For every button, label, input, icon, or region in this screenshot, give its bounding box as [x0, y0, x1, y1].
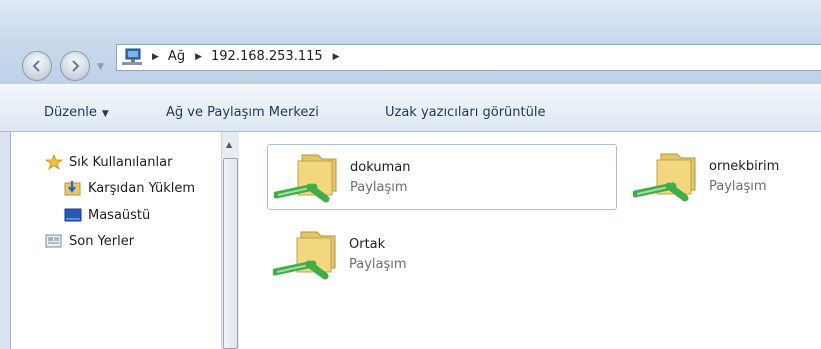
share-name: Ortak: [349, 237, 386, 252]
desktop-icon: [64, 208, 82, 222]
share-name: ornekbirim: [709, 159, 780, 174]
share-name: dokuman: [350, 160, 411, 175]
network-folder-icon: [633, 153, 696, 202]
window-title-bar: [0, 0, 821, 40]
breadcrumb: ▶ Ağ ▶ 192.168.253.115 ▶: [147, 49, 349, 64]
address-bar[interactable]: ▶ Ağ ▶ 192.168.253.115 ▶: [116, 44, 821, 71]
sidebar-item-recent-places[interactable]: Son Yerler: [45, 233, 134, 249]
network-folder-icon: [274, 154, 337, 203]
navigation-pane: Sık Kullanılanlar Karşıdan Yüklem Masaüs…: [11, 132, 221, 349]
network-folder-icon: [273, 231, 336, 280]
share-item-ortak[interactable]: Ortak Paylaşım: [267, 222, 617, 288]
sidebar-item-downloads[interactable]: Karşıdan Yüklem: [64, 180, 195, 196]
star-icon: [45, 154, 63, 170]
scroll-up-icon[interactable]: ▲: [226, 140, 232, 149]
recent-places-icon: [45, 234, 62, 248]
arrow-right-icon: [72, 60, 80, 72]
share-item-dokuman[interactable]: dokuman Paylaşım: [267, 144, 617, 210]
chevron-right-icon[interactable]: ▶: [195, 52, 202, 62]
remote-printers-button[interactable]: Uzak yazıcıları görüntüle: [385, 105, 545, 120]
sidebar-item-label: Son Yerler: [69, 233, 135, 249]
sidebar-item-label: Masaüstü: [88, 207, 151, 223]
chevron-right-icon[interactable]: ▶: [333, 52, 340, 62]
share-type: Paylaşım: [349, 257, 407, 272]
chevron-down-icon: ▼: [101, 109, 109, 119]
network-computer-icon: [122, 48, 142, 65]
window-border: [0, 132, 11, 349]
organize-label: Düzenle: [44, 105, 97, 120]
recent-pages-dropdown[interactable]: ▼: [97, 62, 104, 72]
back-button[interactable]: [22, 51, 52, 81]
sidebar-item-label: Karşıdan Yüklem: [88, 180, 196, 196]
share-type: Paylaşım: [709, 179, 767, 194]
breadcrumb-host[interactable]: 192.168.253.115: [211, 49, 323, 64]
downloads-icon: [64, 181, 81, 196]
sidebar-item-label: Sık Kullanılanlar: [69, 154, 173, 170]
share-type: Paylaşım: [350, 180, 408, 195]
network-center-button[interactable]: Ağ ve Paylaşım Merkezi: [166, 105, 319, 120]
organize-button[interactable]: Düzenle ▼: [44, 105, 109, 120]
share-item-ornekbirim[interactable]: ornekbirim Paylaşım: [627, 144, 821, 210]
scrollbar-thumb[interactable]: [223, 158, 238, 349]
command-bar: Düzenle ▼ Ağ ve Paylaşım Merkezi Uzak yaz…: [0, 84, 821, 132]
forward-button[interactable]: [60, 51, 90, 81]
breadcrumb-network[interactable]: Ağ: [168, 49, 185, 64]
chevron-right-icon[interactable]: ▶: [152, 52, 159, 62]
content-pane: dokuman Paylaşım ornekbirim Paylaşım Ort…: [240, 132, 821, 349]
arrow-left-icon: [32, 60, 40, 72]
sidebar-item-desktop[interactable]: Masaüstü: [64, 207, 150, 223]
navigation-scrollbar[interactable]: ▲: [221, 132, 239, 349]
sidebar-item-favorites[interactable]: Sık Kullanılanlar: [45, 154, 172, 170]
